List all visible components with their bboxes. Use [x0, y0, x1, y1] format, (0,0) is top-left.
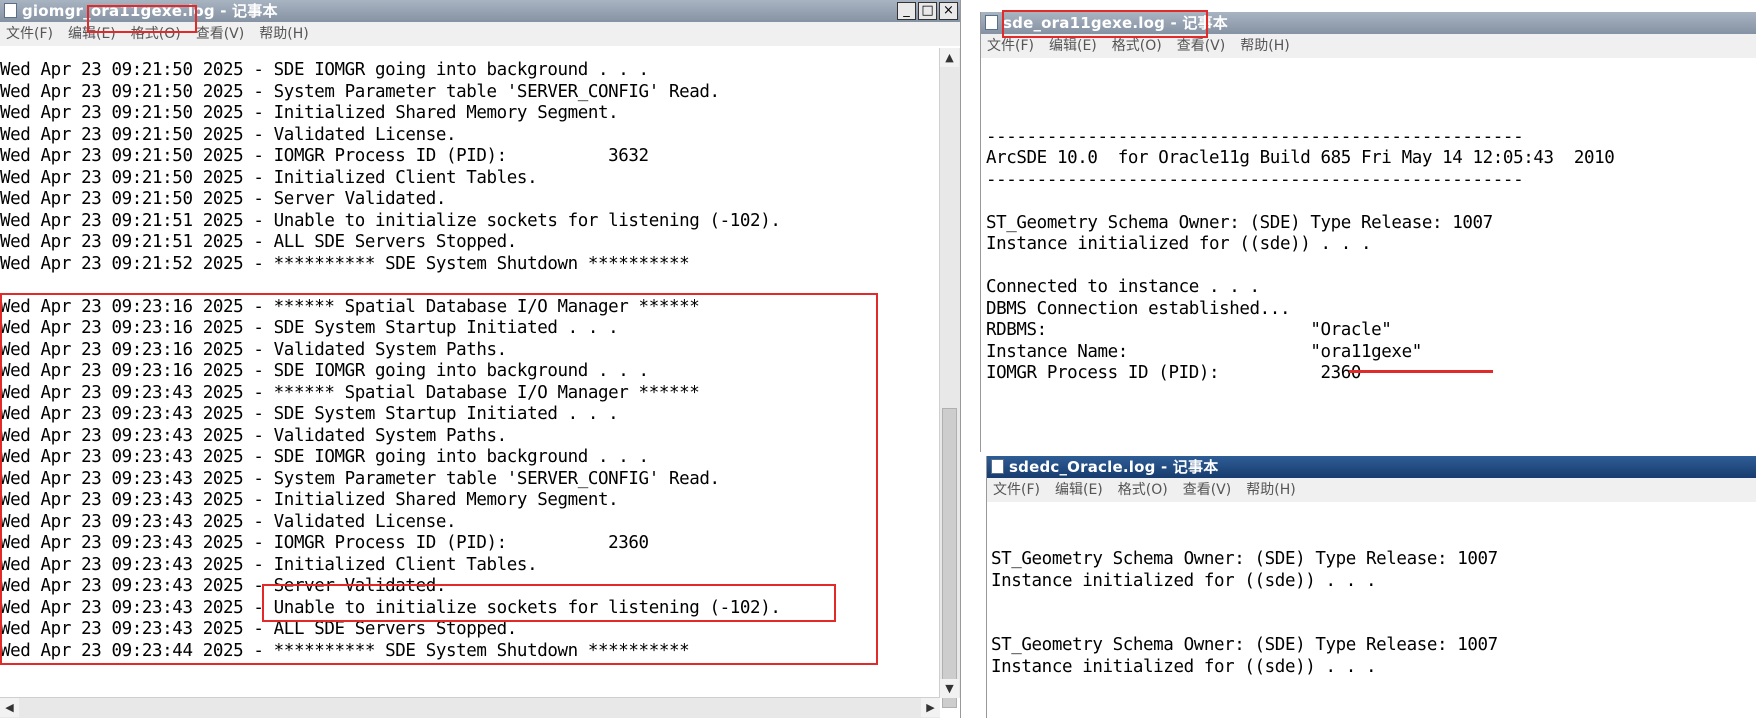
- log-line: Wed Apr 23 09:21:52 2025 - ********** SD…: [0, 253, 690, 274]
- title-bar[interactable]: sdedc_Oracle.log - 记事本: [987, 456, 1756, 478]
- log-line: Wed Apr 23 09:23:16 2025 - SDE System St…: [0, 318, 619, 338]
- log-line: Wed Apr 23 09:23:43 2025 - Initialized C…: [0, 554, 538, 575]
- menu-format[interactable]: 格式(O): [131, 22, 181, 46]
- log-line: Wed Apr 23 09:23:16 2025 - ****** Spatia…: [0, 296, 700, 317]
- menu-bar: 文件(F) 编辑(E) 格式(O) 查看(V) 帮助(H): [0, 22, 960, 46]
- menu-format[interactable]: 格式(O): [1118, 478, 1168, 502]
- menu-view[interactable]: 查看(V): [1177, 34, 1226, 58]
- notepad-window-sdedc: sdedc_Oracle.log - 记事本 文件(F) 编辑(E) 格式(O) 查看…: [986, 456, 1756, 718]
- window-title: sde_ora11gexe.log - 记事本: [1003, 14, 1228, 32]
- vertical-scrollbar[interactable]: ▲ ▼: [939, 48, 960, 708]
- log-line: Wed Apr 23 09:23:43 2025 - ****** Spatia…: [0, 382, 700, 403]
- log-line: Wed Apr 23 09:23:44 2025 - ********** SD…: [0, 640, 690, 661]
- log-line: Wed Apr 23 09:23:16 2025 - SDE IOMGR goi…: [0, 361, 649, 381]
- log-line: Wed Apr 23 09:23:43 2025 - IOMGR Process…: [0, 533, 649, 553]
- scroll-down-arrow-icon[interactable]: ▼: [940, 679, 959, 698]
- menu-edit[interactable]: 编辑(E): [1049, 34, 1097, 58]
- log-line: Wed Apr 23 09:23:43 2025 - Server Valida…: [0, 576, 446, 596]
- log-line: Wed Apr 23 09:23:43 2025 - SDE System St…: [0, 404, 619, 424]
- log-line: Wed Apr 23 09:23:43 2025 - SDE IOMGR goi…: [0, 447, 649, 467]
- log-line: Wed Apr 23 09:21:50 2025 - Server Valida…: [0, 189, 446, 209]
- menu-file[interactable]: 文件(F): [6, 22, 53, 46]
- text-area[interactable]: ST_Geometry Schema Owner: (SDE) Type Rel…: [991, 506, 1756, 718]
- menu-help[interactable]: 帮助(H): [1246, 478, 1295, 502]
- menu-help[interactable]: 帮助(H): [259, 22, 308, 46]
- log-line: ST_Geometry Schema Owner: (SDE) Type Rel…: [991, 635, 1498, 655]
- menu-view[interactable]: 查看(V): [1183, 478, 1232, 502]
- log-line: Wed Apr 23 09:23:16 2025 - Validated Sys…: [0, 339, 507, 360]
- log-line: Wed Apr 23 09:23:43 2025 - Unable to ini…: [0, 597, 781, 618]
- log-line: Instance initialized for ((sde)) . . .: [991, 656, 1377, 677]
- log-line: Wed Apr 23 09:21:51 2025 - Unable to ini…: [0, 210, 781, 231]
- log-line: Wed Apr 23 09:23:43 2025 - System Parame…: [0, 468, 720, 489]
- scroll-thumb[interactable]: [942, 408, 957, 708]
- menu-bar: 文件(F) 编辑(E) 格式(O) 查看(V) 帮助(H): [981, 34, 1756, 58]
- close-button[interactable]: ×: [939, 2, 958, 20]
- scroll-right-arrow-icon[interactable]: ▶: [921, 698, 940, 717]
- log-line: ArcSDE 10.0 for Oracle11g Build 685 Fri …: [986, 148, 1615, 168]
- log-line: Wed Apr 23 09:21:51 2025 - ALL SDE Serve…: [0, 232, 517, 252]
- menu-view[interactable]: 查看(V): [196, 22, 245, 46]
- notepad-icon: [991, 459, 1004, 474]
- log-line: Wed Apr 23 09:23:43 2025 - ALL SDE Serve…: [0, 619, 517, 639]
- minimize-button[interactable]: _: [897, 2, 916, 20]
- notepad-icon: [985, 15, 998, 30]
- log-line: Wed Apr 23 09:23:43 2025 - Validated Sys…: [0, 425, 507, 446]
- log-line: ST_Geometry Schema Owner: (SDE) Type Rel…: [986, 212, 1493, 233]
- log-line: Wed Apr 23 09:21:50 2025 - Initialized S…: [0, 103, 619, 123]
- text-area[interactable]: ----------------------------------------…: [986, 62, 1756, 452]
- log-line: ----------------------------------------…: [986, 169, 1524, 190]
- underline-instance-name: [1349, 370, 1493, 373]
- notepad-window-sde: sde_ora11gexe.log - 记事本 文件(F) 编辑(E) 格式(O) 查…: [980, 12, 1756, 452]
- title-bar[interactable]: giomgr_ora11gexe.log - 记事本 _ □ ×: [0, 0, 960, 22]
- log-line: Wed Apr 23 09:21:50 2025 - System Parame…: [0, 81, 720, 102]
- scroll-up-arrow-icon[interactable]: ▲: [940, 48, 959, 67]
- title-bar[interactable]: sde_ora11gexe.log - 记事本: [981, 12, 1756, 34]
- log-line: IOMGR Process ID (PID): 2360: [986, 363, 1362, 383]
- menu-format[interactable]: 格式(O): [1112, 34, 1162, 58]
- menu-bar: 文件(F) 编辑(E) 格式(O) 查看(V) 帮助(H): [987, 478, 1756, 502]
- log-line: Wed Apr 23 09:21:50 2025 - SDE IOMGR goi…: [0, 60, 649, 80]
- menu-file[interactable]: 文件(F): [993, 478, 1040, 502]
- notepad-icon: [4, 3, 17, 18]
- log-line: DBMS Connection established...: [986, 298, 1291, 319]
- log-line: Wed Apr 23 09:23:43 2025 - Initialized S…: [0, 490, 619, 510]
- log-line: Instance initialized for ((sde)) . . .: [986, 234, 1372, 254]
- horizontal-scrollbar[interactable]: ◀ ▶: [0, 697, 940, 718]
- log-line: Wed Apr 23 09:21:50 2025 - Validated Lic…: [0, 124, 457, 145]
- log-line: ST_Geometry Schema Owner: (SDE) Type Rel…: [991, 549, 1498, 569]
- log-line: Connected to instance . . .: [986, 277, 1260, 297]
- log-line: Wed Apr 23 09:21:50 2025 - IOMGR Process…: [0, 146, 649, 166]
- log-line: ----------------------------------------…: [986, 126, 1524, 147]
- log-line: Wed Apr 23 09:23:43 2025 - Validated Lic…: [0, 511, 457, 532]
- log-line: Instance Name: "ora11gexe": [986, 341, 1422, 362]
- scroll-left-arrow-icon[interactable]: ◀: [0, 698, 19, 717]
- log-line: Instance initialized for ((sde)) . . .: [991, 570, 1377, 591]
- maximize-button[interactable]: □: [918, 2, 937, 20]
- menu-file[interactable]: 文件(F): [987, 34, 1034, 58]
- log-line: Wed Apr 23 09:21:50 2025 - Initialized C…: [0, 167, 538, 188]
- window-controls: _ □ ×: [895, 2, 958, 20]
- log-line: RDBMS: "Oracle": [986, 320, 1392, 340]
- menu-edit[interactable]: 编辑(E): [1055, 478, 1103, 502]
- notepad-window-giomgr: giomgr_ora11gexe.log - 记事本 _ □ × 文件(F) 编辑(E…: [0, 0, 961, 718]
- window-title: giomgr_ora11gexe.log - 记事本: [22, 2, 278, 20]
- menu-help[interactable]: 帮助(H): [1240, 34, 1289, 58]
- menu-edit[interactable]: 编辑(E): [68, 22, 116, 46]
- window-title: sdedc_Oracle.log - 记事本: [1009, 458, 1219, 476]
- text-area[interactable]: Wed Apr 23 09:21:50 2025 - SDE IOMGR goi…: [0, 60, 940, 698]
